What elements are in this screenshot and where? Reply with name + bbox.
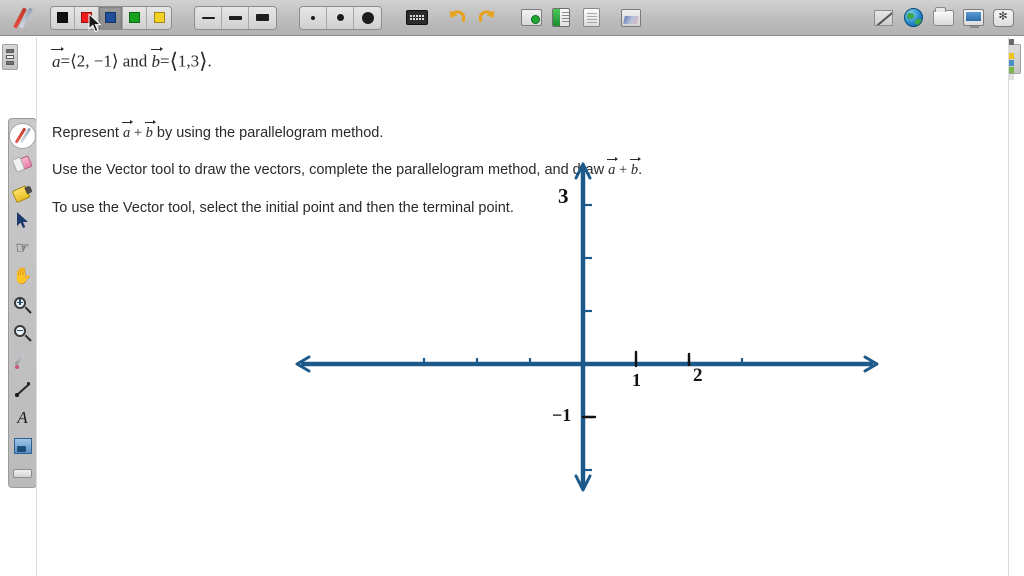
vector-b-components: 1,3 — [177, 51, 200, 71]
text-tool-glyph: A — [17, 408, 28, 428]
line2-vector-a: a — [121, 120, 134, 141]
angle-bracket-open: ⟨ — [169, 49, 178, 73]
line2-plus: + — [130, 125, 146, 141]
x-tick-label-1: 1 — [632, 370, 641, 390]
equals-sign-2: = — [160, 51, 170, 71]
text-tool-icon[interactable]: A — [9, 405, 36, 431]
graph-svg — [295, 162, 879, 492]
highlighter-tool-icon[interactable] — [9, 179, 36, 205]
line-tool-icon[interactable] — [9, 376, 36, 402]
pan-hand-tool-icon[interactable]: ✋ — [9, 264, 36, 290]
desktop-icon[interactable] — [958, 5, 988, 31]
left-edge-panel-button[interactable] — [2, 44, 18, 70]
vector-a-components: ⟨2, −1⟩ — [70, 51, 119, 71]
color-swatch-green[interactable] — [123, 6, 147, 29]
whiteboard-icon[interactable] — [868, 5, 898, 31]
dot-size-medium[interactable] — [327, 6, 354, 29]
x-tick-label-2: 2 — [693, 365, 703, 386]
files-icon[interactable] — [928, 5, 958, 31]
dot-size-group[interactable] — [299, 5, 382, 30]
eyedropper-tool-icon[interactable] — [9, 348, 36, 374]
color-swatch-group[interactable] — [50, 5, 172, 30]
instruction-line-1: Represent a + b by using the parallelogr… — [52, 120, 384, 142]
undo-icon[interactable] — [442, 5, 472, 31]
toolbar-toggle-icon[interactable] — [9, 461, 36, 487]
document-canvas[interactable]: a=⟨2, −1⟩ and b=⟨1,3⟩. Represent a + b b… — [36, 37, 1009, 576]
line-width-medium[interactable] — [222, 6, 249, 29]
line2-before: Represent — [52, 125, 123, 141]
color-swatch-blue[interactable] — [99, 6, 123, 29]
arrow-cursor — [88, 14, 102, 33]
given-vectors-line: a=⟨2, −1⟩ and b=⟨1,3⟩. — [51, 46, 212, 74]
vector-a-symbol: a — [51, 46, 63, 71]
color-swatch-black[interactable] — [51, 6, 75, 29]
line-width-thick[interactable] — [249, 6, 276, 29]
line2-after: by using the parallelogram method. — [152, 125, 384, 141]
keyboard-icon[interactable] — [402, 5, 432, 31]
notebook-icon[interactable] — [546, 5, 576, 31]
web-icon[interactable] — [898, 5, 928, 31]
color-swatch-yellow[interactable] — [147, 6, 171, 29]
settings-icon[interactable] — [988, 5, 1018, 31]
pointer-hand-tool-icon[interactable]: ☞ — [9, 236, 36, 262]
conjunction-and: and — [122, 51, 148, 71]
app-logo-icon — [8, 5, 38, 31]
select-tool-icon[interactable] — [9, 207, 36, 233]
line-width-group[interactable] — [194, 5, 277, 30]
period: . — [207, 51, 212, 71]
zoom-in-tool-icon[interactable] — [9, 292, 36, 318]
line-width-thin[interactable] — [195, 6, 222, 29]
pen-tool-icon[interactable] — [9, 123, 36, 149]
eraser-tool-icon[interactable] — [9, 151, 36, 177]
screen-capture-tool-icon[interactable] — [9, 433, 36, 459]
palette-icon[interactable] — [616, 5, 646, 31]
dot-size-large[interactable] — [354, 6, 381, 29]
new-page-icon[interactable] — [516, 5, 546, 31]
dot-size-small[interactable] — [300, 6, 327, 29]
equals-sign: = — [60, 51, 71, 71]
y-tick-label-3: 3 — [558, 184, 569, 208]
left-tool-rail: ☞ ✋ A — [8, 118, 37, 488]
y-tick-label-neg1: −1 — [552, 405, 572, 425]
zoom-out-tool-icon[interactable] — [9, 320, 36, 346]
vector-b-symbol: b — [150, 46, 163, 71]
top-toolbar — [0, 0, 1024, 36]
blank-page-icon[interactable] — [576, 5, 606, 31]
coordinate-graph[interactable]: 3 −1 1 2 — [287, 152, 887, 502]
line2-vector-b: b — [144, 120, 157, 141]
redo-icon[interactable] — [472, 5, 502, 31]
